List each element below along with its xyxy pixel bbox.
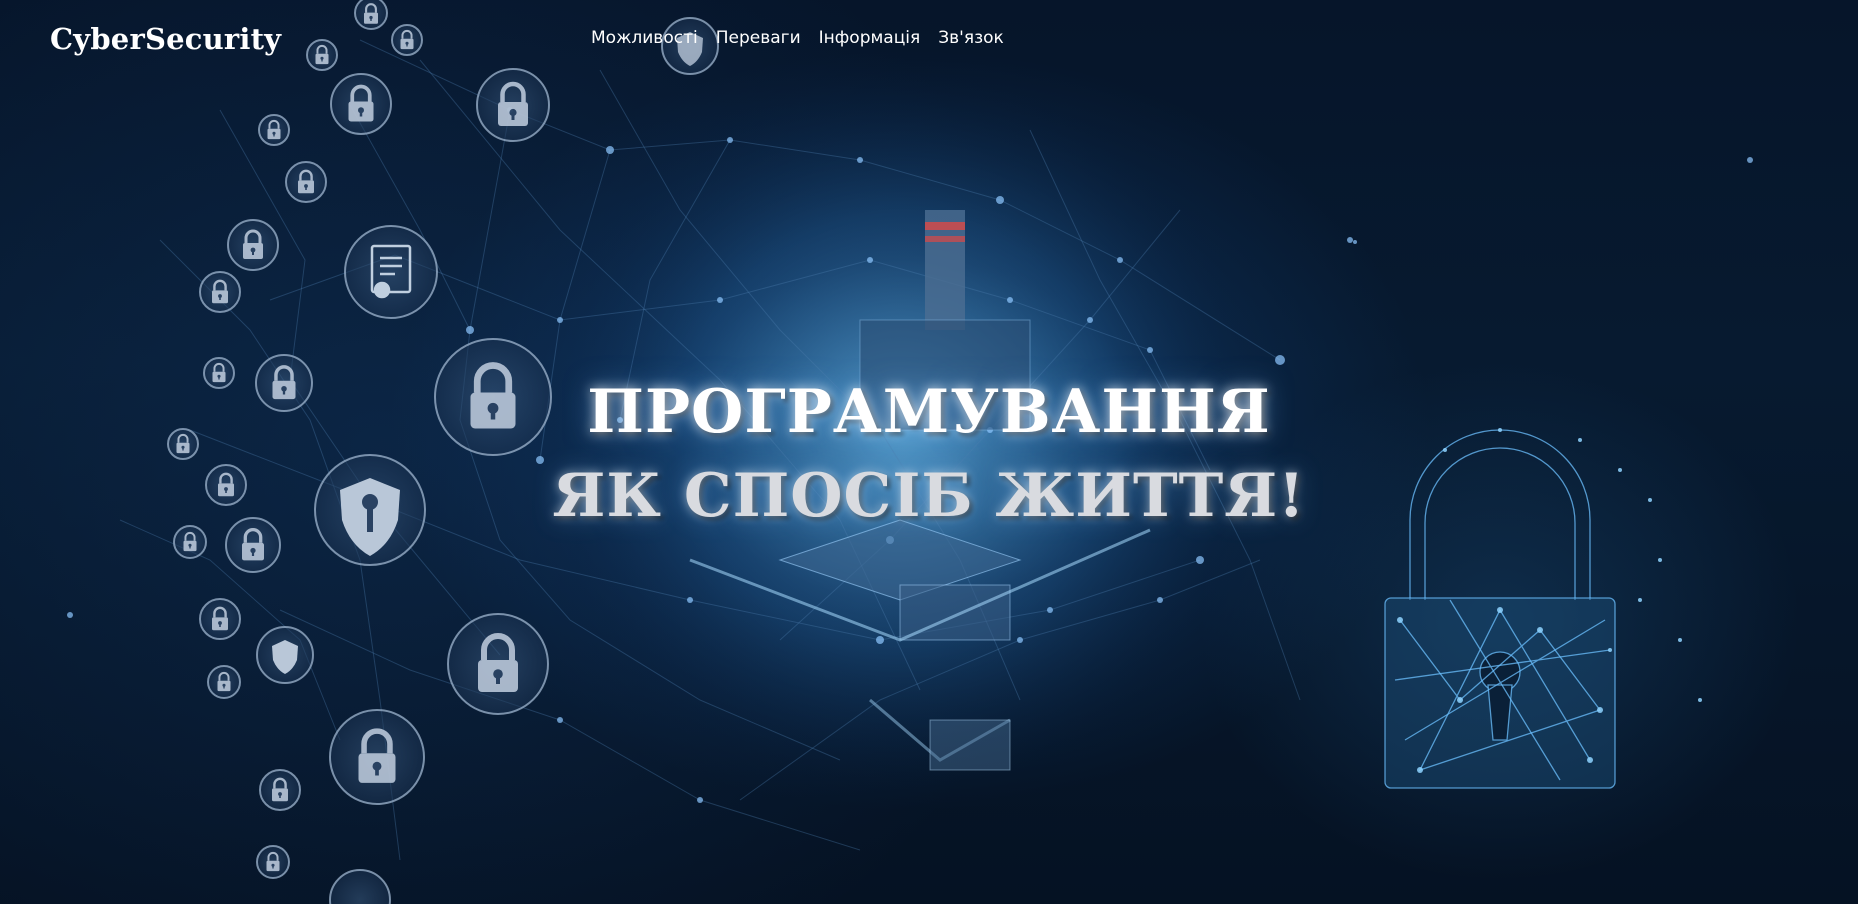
nav-link-features[interactable]: Можливості bbox=[591, 28, 698, 48]
top-navbar: CyberSecurity Можливості Переваги Інформ… bbox=[0, 0, 1858, 80]
nav-link-advantages[interactable]: Переваги bbox=[716, 28, 801, 48]
hero-title-line-1: ПРОГРАМУВАННЯ bbox=[587, 377, 1271, 447]
hero-title-line-2: ЯК СПОСІБ ЖИТТЯ! bbox=[552, 461, 1306, 531]
landing-page: CyberSecurity Можливості Переваги Інформ… bbox=[0, 0, 1858, 904]
site-logo[interactable]: CyberSecurity bbox=[50, 22, 281, 56]
nav-link-contact[interactable]: Зв'язок bbox=[938, 28, 1004, 48]
nav-link-information[interactable]: Інформація bbox=[819, 28, 921, 48]
main-nav: Можливості Переваги Інформація Зв'язок bbox=[591, 28, 1004, 48]
certificate-icon bbox=[344, 225, 438, 319]
padlock-icon bbox=[329, 869, 391, 904]
hero-section: ПРОГРАМУВАННЯ ЯК СПОСІБ ЖИТТЯ! bbox=[0, 370, 1858, 538]
